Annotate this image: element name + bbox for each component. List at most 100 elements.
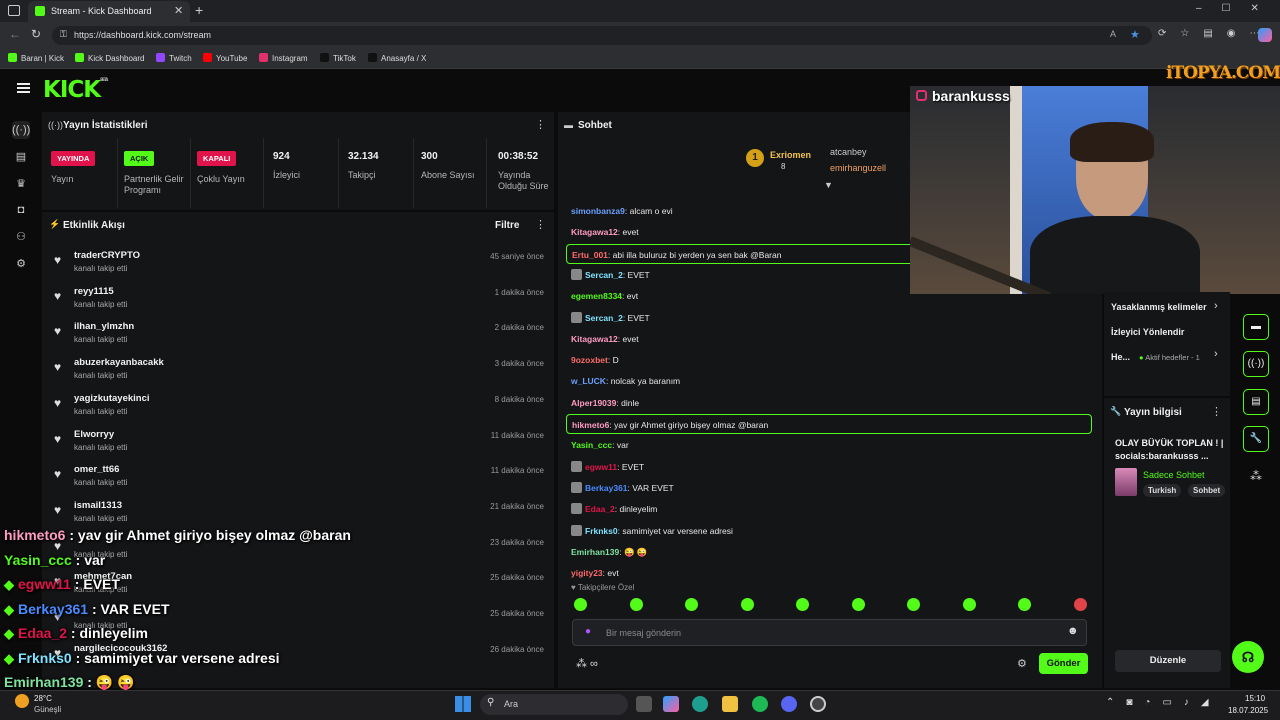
feed-item[interactable]: ♥ abuzerkayanbacakk kanalı takip etti 3 dak…: [50, 353, 550, 387]
category-name[interactable]: Sadece Sohbet: [1143, 470, 1205, 480]
mic-icon[interactable]: ●: [585, 626, 591, 637]
copilot-icon[interactable]: [1258, 28, 1272, 42]
stream-info-more-icon[interactable]: ⋮: [1211, 405, 1222, 418]
chat-username[interactable]: yigity23: [571, 568, 603, 578]
feed-item[interactable]: ♥ reyy1115 kanalı takip etti 1 dakika önce: [50, 282, 550, 316]
chat-username[interactable]: Sercan_2: [585, 313, 623, 323]
chat-username[interactable]: Berkay361: [585, 483, 628, 493]
favorite-star-icon[interactable]: ★: [1130, 28, 1140, 41]
new-tab-icon[interactable]: +: [195, 2, 203, 18]
chat-username[interactable]: Kitagawa12: [571, 334, 618, 344]
filter-button[interactable]: Filtre: [495, 220, 519, 231]
follower-name[interactable]: reyy1115: [74, 286, 114, 297]
feed-more-icon[interactable]: ⋮: [535, 218, 546, 231]
browser-tab[interactable]: Stream - Kick Dashboard ✕: [28, 1, 190, 22]
menu-icon[interactable]: [17, 83, 30, 93]
emote-icon[interactable]: [907, 598, 920, 611]
bookmark-item[interactable]: TikTok: [320, 53, 356, 63]
feed-item[interactable]: ♥ yagizkutayekinci kanalı takip etti 8 daki…: [50, 389, 550, 423]
status-badge[interactable]: AÇIK: [124, 151, 155, 166]
broadcast-icon[interactable]: ((·)): [1243, 351, 1269, 377]
emote-icon[interactable]: [629, 598, 643, 611]
chat-username[interactable]: egemen8334: [571, 291, 622, 301]
feed-item[interactable]: ♥ ilhan_ylmzhn kanalı takip etti 2 dakika ö…: [50, 317, 550, 351]
window-controls[interactable]: –☐✕: [1196, 3, 1279, 14]
emoji-picker-icon[interactable]: ☻: [1067, 625, 1079, 637]
emote-icon[interactable]: [685, 598, 698, 611]
spotify-icon[interactable]: [752, 696, 768, 712]
back-icon[interactable]: ←: [9, 27, 21, 41]
status-badge[interactable]: YAYINDA: [51, 151, 96, 166]
bookmark-item[interactable]: YouTube: [203, 53, 247, 63]
obs-icon[interactable]: [810, 696, 826, 712]
task-view-icon[interactable]: [636, 696, 652, 712]
emote-icon[interactable]: [1073, 598, 1087, 611]
chat-username[interactable]: Edaa_2: [585, 504, 615, 514]
follower-name[interactable]: omer_tt66: [74, 464, 119, 475]
feed-item[interactable]: ♥ ismail1313 kanalı takip etti 21 dakika ön…: [50, 496, 550, 530]
emote-icon[interactable]: [796, 598, 809, 611]
emote-icon[interactable]: [851, 598, 865, 611]
layout-icon[interactable]: ▤: [1243, 389, 1269, 415]
emote-icon[interactable]: [962, 598, 976, 611]
chevron-right-icon[interactable]: ›: [1214, 300, 1218, 312]
moderation-icon[interactable]: ◘: [12, 201, 30, 219]
trophy-icon[interactable]: ♛: [12, 175, 30, 193]
url-field[interactable]: ⚿ https://dashboard.kick.com/stream A ★: [52, 26, 1152, 45]
tab-close-icon[interactable]: ✕: [174, 4, 183, 17]
bookmark-item[interactable]: Kick Dashboard: [75, 53, 144, 63]
settings-icon[interactable]: ⚙: [12, 255, 30, 273]
chat-settings-icon[interactable]: ⚙: [1017, 657, 1027, 670]
bookmark-item[interactable]: Baran | Kick: [8, 53, 64, 63]
status-badge[interactable]: KAPALI: [197, 151, 237, 166]
file-explorer-icon[interactable]: [722, 696, 738, 712]
sidebar-toggle-icon[interactable]: [8, 5, 20, 16]
emote-icon[interactable]: [740, 598, 754, 611]
bookmark-item[interactable]: Twitch: [156, 53, 192, 63]
chat-extras-icon[interactable]: ⁂ ∞: [576, 657, 598, 670]
windows-start-icon[interactable]: [455, 696, 471, 712]
chat-username[interactable]: Frknks0: [585, 526, 618, 536]
chat-username[interactable]: Kitagawa12: [571, 227, 618, 237]
taskbar-search[interactable]: ⚲ Ara: [480, 694, 628, 715]
feed-item[interactable]: ♥ Elworryy kanalı takip etti 11 dakika önce: [50, 425, 550, 459]
site-info-icon[interactable]: ⚿: [60, 29, 67, 40]
collapse-leaderboard-icon[interactable]: ▼: [824, 180, 833, 190]
system-tray-icons[interactable]: ⌃◙◔▭♪◢: [1106, 697, 1221, 708]
chat-username[interactable]: w_LUCK: [571, 376, 606, 386]
follower-name[interactable]: ismail1313: [74, 500, 122, 511]
chat-username[interactable]: Yasin_ccc: [571, 440, 612, 450]
reload-icon[interactable]: ↻: [31, 27, 41, 41]
community-icon[interactable]: ⚇: [12, 228, 30, 246]
emote-icon[interactable]: [574, 598, 587, 611]
chat-leaderboard[interactable]: 1 Exriomen 8 atcanbey emirhanguzell: [746, 145, 912, 175]
more-actions-icon[interactable]: ⁂: [1250, 469, 1262, 483]
chevron-right-icon[interactable]: ›: [1214, 348, 1218, 360]
tools-icon[interactable]: 🔧: [1243, 426, 1269, 452]
browser-toolbar-icons[interactable]: ⟳☆▤◉⋯: [1158, 28, 1274, 39]
tag-sohbet[interactable]: Sohbet: [1188, 484, 1226, 497]
weather-icon[interactable]: [15, 694, 29, 708]
chat-username[interactable]: Ertu_001: [572, 250, 608, 260]
edit-button[interactable]: Düzenle: [1115, 650, 1221, 672]
send-button[interactable]: Gönder: [1039, 653, 1088, 674]
feed-item[interactable]: ♥ mehmet7can kanalı takip etti 25 dakika ön…: [50, 567, 550, 601]
feed-item[interactable]: ♥ traderCRYPTO kanalı takip etti 45 saniye …: [50, 246, 550, 280]
emote-icon[interactable]: [1018, 598, 1031, 611]
analytics-icon[interactable]: ▤: [12, 148, 30, 166]
discord-icon[interactable]: [781, 696, 797, 712]
chat-username[interactable]: Emirhan139: [571, 547, 619, 557]
copilot-app-icon[interactable]: [663, 696, 679, 712]
follower-name[interactable]: abuzerkayanbacakk: [74, 357, 164, 368]
stream-icon[interactable]: ((·)): [12, 121, 30, 139]
feed-item[interactable]: ♥ omer_tt66 kanalı takip etti 11 dakika önc…: [50, 460, 550, 494]
chat-input[interactable]: ● Bir mesaj gönderin ☻: [572, 619, 1087, 646]
edge-icon[interactable]: [692, 696, 708, 712]
chat-username[interactable]: 9ozoxbet: [571, 355, 608, 365]
stats-more-icon[interactable]: ⋮: [535, 118, 546, 131]
chat-username[interactable]: hikmeto6: [572, 420, 609, 430]
chat-username[interactable]: Alper19039: [571, 398, 616, 408]
support-icon[interactable]: ☊: [1232, 641, 1264, 673]
follower-name[interactable]: traderCRYPTO: [74, 250, 140, 261]
goals-item[interactable]: He...: [1111, 352, 1130, 362]
